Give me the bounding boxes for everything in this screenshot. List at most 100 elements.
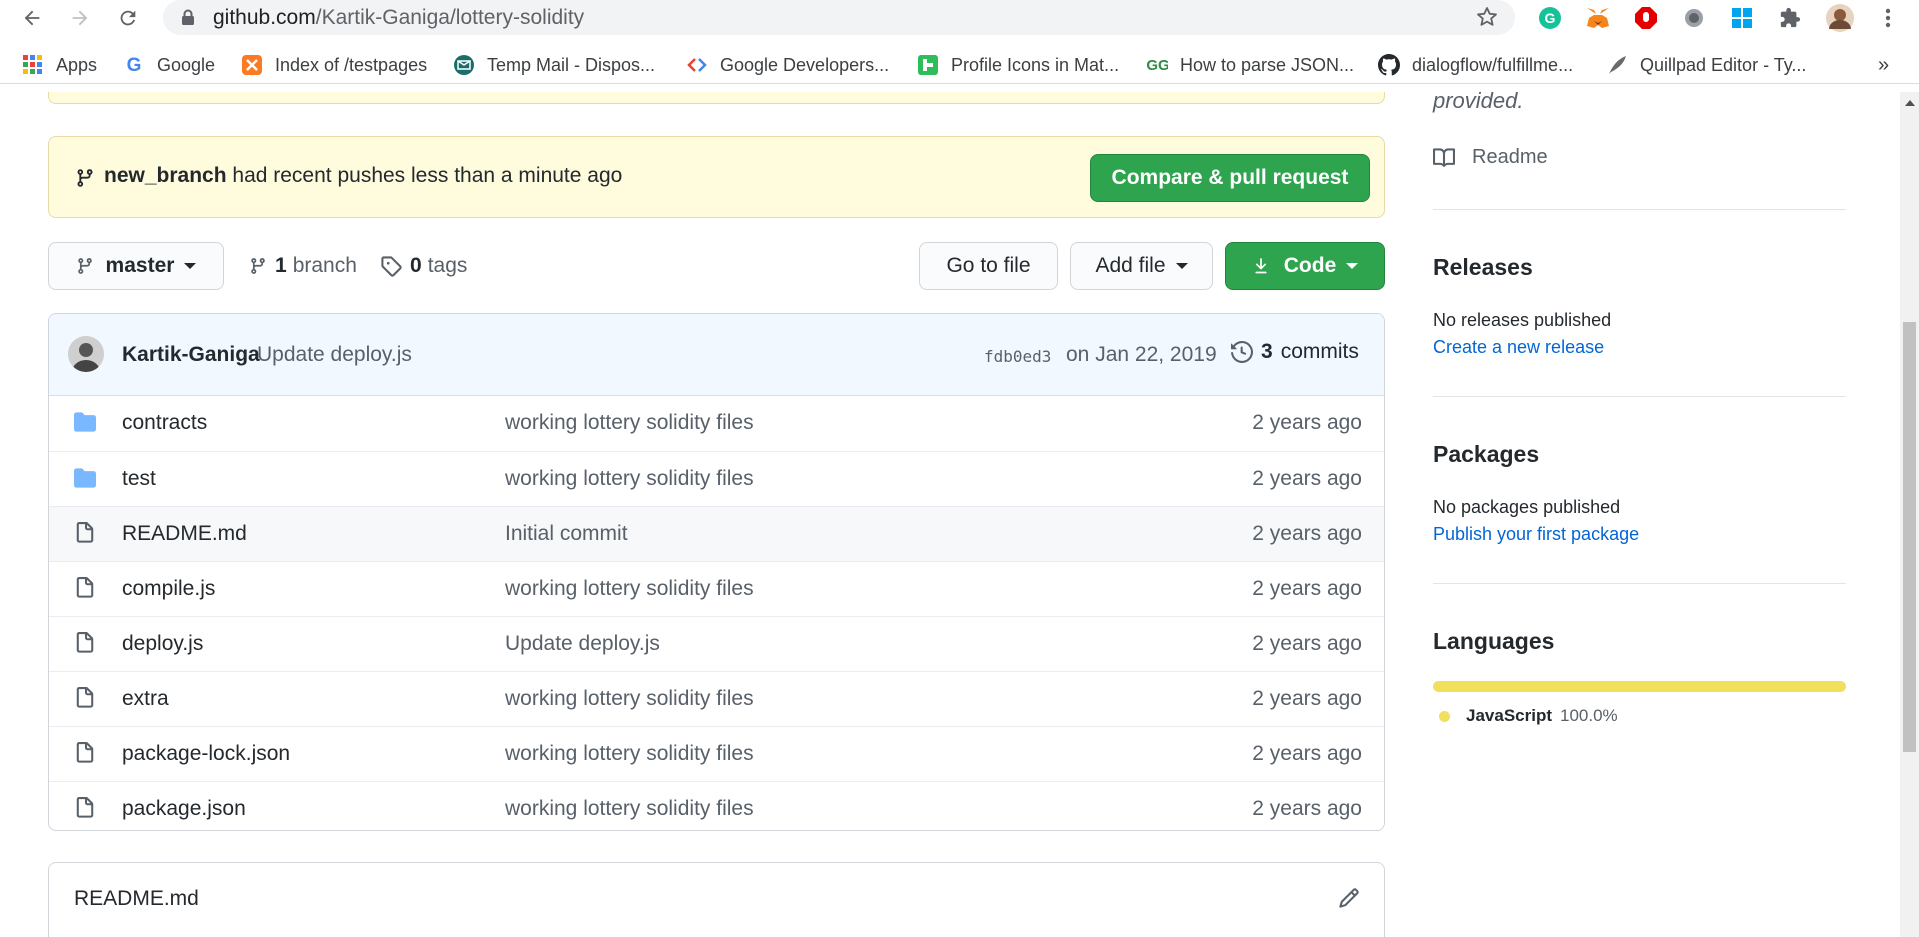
file-row[interactable]: package-lock.json working lottery solidit… xyxy=(49,726,1384,781)
forward-button[interactable] xyxy=(64,2,96,34)
metamask-extension-icon[interactable] xyxy=(1584,4,1612,32)
commit-author-link[interactable]: Kartik-Ganiga xyxy=(122,343,260,367)
more-bookmarks-button[interactable]: » xyxy=(1878,52,1889,78)
create-release-link[interactable]: Create a new release xyxy=(1433,337,1604,358)
bookmark-apps[interactable]: Apps xyxy=(22,52,97,78)
bookmark-testpages[interactable]: Index of /testpages xyxy=(241,52,427,78)
reload-icon xyxy=(120,10,136,26)
file-commit-age: 2 years ago xyxy=(1252,522,1362,545)
readme-link[interactable]: Readme xyxy=(1433,146,1548,169)
scroll-up-arrow-icon[interactable] xyxy=(1905,100,1915,106)
file-name-link[interactable]: extra xyxy=(122,687,169,711)
git-branch-icon xyxy=(251,258,265,274)
adblock-extension-icon[interactable] xyxy=(1632,4,1660,32)
file-name-link[interactable]: README.md xyxy=(122,522,247,546)
profile-avatar[interactable] xyxy=(1824,2,1856,34)
releases-empty-text: No releases published xyxy=(1433,310,1612,330)
language-color-dot xyxy=(1439,710,1450,722)
file-row[interactable]: package.json working lottery solidity fil… xyxy=(49,781,1384,830)
bookmark-tempmail[interactable]: Temp Mail - Dispos... xyxy=(453,52,655,78)
file-commit-age: 2 years ago xyxy=(1252,577,1362,600)
quill-icon xyxy=(1606,54,1628,76)
reload-button[interactable] xyxy=(112,2,144,34)
file-commit-age: 2 years ago xyxy=(1252,687,1362,710)
page-scrollbar[interactable] xyxy=(1900,92,1919,937)
circle-extension-icon[interactable] xyxy=(1680,4,1708,32)
author-avatar[interactable] xyxy=(68,336,104,372)
file-name-link[interactable]: compile.js xyxy=(122,577,215,601)
chrome-menu-icon[interactable] xyxy=(1874,4,1902,32)
file-name-link[interactable]: contracts xyxy=(122,411,207,435)
windows-extension-icon[interactable] xyxy=(1728,4,1756,32)
branch-select-button[interactable]: master xyxy=(48,242,224,290)
sidebar-divider xyxy=(1433,583,1846,584)
bookmark-star-icon[interactable] xyxy=(1475,5,1499,29)
bookmark-quillpad[interactable]: Quillpad Editor - Ty... xyxy=(1606,52,1806,78)
file-name-link[interactable]: deploy.js xyxy=(122,632,203,656)
language-item-javascript[interactable]: JavaScript 100.0% xyxy=(1439,706,1618,726)
language-bar[interactable] xyxy=(1433,681,1846,692)
add-file-button[interactable]: Add file xyxy=(1070,242,1213,290)
scrollbar-thumb[interactable] xyxy=(1903,322,1916,752)
sidebar-divider xyxy=(1433,209,1846,210)
packages-heading[interactable]: Packages xyxy=(1433,441,1539,468)
go-to-file-button[interactable]: Go to file xyxy=(919,242,1058,290)
file-row[interactable]: README.md Initial commit 2 years ago xyxy=(49,506,1384,561)
file-commit-message-link[interactable]: Initial commit xyxy=(505,522,628,546)
previous-flash-banner xyxy=(48,92,1385,104)
grammarly-extension-icon[interactable]: G xyxy=(1536,4,1564,32)
commits-history-link[interactable]: 3 commits xyxy=(1231,340,1359,364)
pencil-edit-icon[interactable] xyxy=(1338,887,1360,909)
file-row[interactable]: extra working lottery solidity files 2 yea… xyxy=(49,671,1384,726)
languages-heading: Languages xyxy=(1433,628,1555,654)
file-icon xyxy=(73,577,97,604)
bookmark-profile-icons[interactable]: Profile Icons in Mat... xyxy=(917,52,1119,78)
file-name-link[interactable]: test xyxy=(122,467,156,491)
bookmark-geeksforgeeks[interactable]: GG How to parse JSON... xyxy=(1146,52,1354,78)
url-text: github.com/Kartik-Ganiga/lottery-solidit… xyxy=(213,6,585,29)
bookmark-dialogflow[interactable]: dialogflow/fulfillme... xyxy=(1378,52,1573,78)
address-bar[interactable]: github.com/Kartik-Ganiga/lottery-solidit… xyxy=(163,0,1515,35)
branches-link[interactable]: 1 branch xyxy=(249,254,357,278)
folder-icon xyxy=(73,467,97,494)
file-name-link[interactable]: package-lock.json xyxy=(122,742,290,766)
releases-heading[interactable]: Releases xyxy=(1433,254,1533,281)
file-commit-message-link[interactable]: working lottery solidity files xyxy=(505,467,754,491)
compare-pull-request-button[interactable]: Compare & pull request xyxy=(1090,154,1370,202)
file-browser: Kartik-Ganiga Update deploy.js fdb0ed3 o… xyxy=(48,313,1385,831)
file-commit-message-link[interactable]: working lottery solidity files xyxy=(505,577,754,601)
latest-commit-bar: Kartik-Ganiga Update deploy.js fdb0ed3 o… xyxy=(49,314,1384,396)
xampp-icon xyxy=(241,54,263,76)
file-commit-message-link[interactable]: Update deploy.js xyxy=(505,632,660,656)
tags-link[interactable]: 0 tags xyxy=(380,254,467,278)
file-row[interactable]: deploy.js Update deploy.js 2 years ago xyxy=(49,616,1384,671)
code-button[interactable]: Code xyxy=(1225,242,1385,290)
extensions-puzzle-icon[interactable] xyxy=(1776,4,1804,32)
file-row[interactable]: compile.js working lottery solidity files… xyxy=(49,561,1384,616)
github-repo-page: new_branch had recent pushes less than a… xyxy=(0,92,1919,937)
file-row[interactable]: test working lottery solidity files 2 year… xyxy=(49,451,1384,506)
bookmark-google-developers[interactable]: Google Developers... xyxy=(686,52,889,78)
file-icon xyxy=(73,632,97,659)
pushed-branch-link[interactable]: new_branch xyxy=(104,164,227,187)
readme-panel: README.md xyxy=(48,862,1385,937)
file-name-link[interactable]: package.json xyxy=(122,797,246,821)
forward-arrow-icon xyxy=(72,10,88,26)
github-icon xyxy=(1378,54,1400,76)
bookmark-google[interactable]: G Google xyxy=(123,52,215,78)
publish-package-link[interactable]: Publish your first package xyxy=(1433,524,1639,545)
file-row[interactable]: contracts working lottery solidity files 2… xyxy=(49,396,1384,451)
file-commit-message-link[interactable]: working lottery solidity files xyxy=(505,411,754,435)
git-branch-icon xyxy=(77,258,92,274)
tag-icon xyxy=(381,256,402,277)
file-commit-message-link[interactable]: working lottery solidity files xyxy=(505,797,754,821)
commit-sha-link[interactable]: fdb0ed3 xyxy=(984,347,1051,366)
sidebar-divider xyxy=(1433,396,1846,397)
file-commit-message-link[interactable]: working lottery solidity files xyxy=(505,742,754,766)
back-button[interactable] xyxy=(16,2,48,34)
file-commit-age: 2 years ago xyxy=(1252,632,1362,655)
tempmail-icon xyxy=(453,54,475,76)
file-commit-message-link[interactable]: working lottery solidity files xyxy=(505,687,754,711)
file-commit-age: 2 years ago xyxy=(1252,742,1362,765)
commit-message-link[interactable]: Update deploy.js xyxy=(257,343,412,367)
